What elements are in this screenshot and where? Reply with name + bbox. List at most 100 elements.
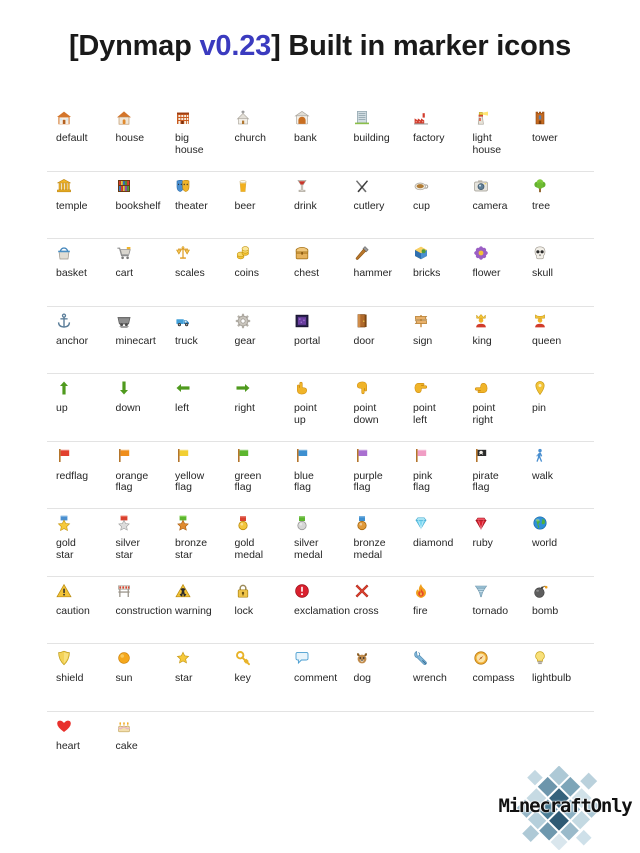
camera-icon	[473, 178, 489, 194]
icon-cell[interactable]: coins	[226, 245, 284, 280]
icon-cell[interactable]: light house	[464, 110, 522, 156]
lighthouse-icon	[473, 110, 489, 126]
icon-cell[interactable]: caution	[47, 583, 105, 618]
icon-cell[interactable]: theater	[166, 178, 224, 213]
icon-cell[interactable]: warning	[166, 583, 224, 618]
gear-icon	[235, 313, 251, 329]
icon-cell[interactable]: pink flag	[404, 448, 462, 494]
icon-cell[interactable]: cart	[107, 245, 165, 280]
icon-label: sign	[413, 334, 433, 347]
icon-cell[interactable]: default	[47, 110, 105, 145]
icon-cell[interactable]: redflag	[47, 448, 105, 483]
point-left-icon	[413, 380, 429, 396]
icon-cell[interactable]: portal	[285, 313, 343, 348]
icon-cell[interactable]: beer	[226, 178, 284, 213]
icon-cell[interactable]: truck	[166, 313, 224, 348]
icon-cell[interactable]: point down	[345, 380, 403, 426]
icon-cell[interactable]: queen	[523, 313, 581, 348]
icon-cell[interactable]: skull	[523, 245, 581, 280]
icon-cell[interactable]: cutlery	[345, 178, 403, 213]
icon-cell[interactable]: cup	[404, 178, 462, 213]
icon-cell[interactable]: silver medal	[285, 515, 343, 561]
icon-cell[interactable]: pin	[523, 380, 581, 415]
icon-label: bomb	[532, 604, 559, 617]
icon-cell[interactable]: chest	[285, 245, 343, 280]
red-flag-icon	[56, 448, 72, 464]
icon-cell[interactable]: ruby	[464, 515, 522, 550]
icon-cell[interactable]: gold star	[47, 515, 105, 561]
icon-cell[interactable]: building	[345, 110, 403, 145]
icon-cell[interactable]: yellow flag	[166, 448, 224, 494]
icon-cell[interactable]: shield	[47, 650, 105, 685]
icon-cell[interactable]: right	[226, 380, 284, 415]
icon-cell[interactable]: temple	[47, 178, 105, 213]
icon-label: tree	[532, 199, 551, 212]
icon-cell[interactable]: down	[107, 380, 165, 415]
icon-cell[interactable]: tower	[523, 110, 581, 145]
icon-cell[interactable]: camera	[464, 178, 522, 213]
icon-cell[interactable]: walk	[523, 448, 581, 483]
icon-cell[interactable]: bookshelf	[107, 178, 165, 213]
icon-cell[interactable]: church	[226, 110, 284, 145]
icon-cell[interactable]: fire	[404, 583, 462, 618]
icon-cell[interactable]: silver star	[107, 515, 165, 561]
icon-cell[interactable]: bronze star	[166, 515, 224, 561]
icon-cell[interactable]: cross	[345, 583, 403, 618]
icon-cell[interactable]: compass	[464, 650, 522, 685]
icon-cell[interactable]: lock	[226, 583, 284, 618]
icon-cell[interactable]: tree	[523, 178, 581, 213]
icon-cell[interactable]: bomb	[523, 583, 581, 618]
icon-cell[interactable]: lightbulb	[523, 650, 581, 685]
icon-cell[interactable]: comment	[285, 650, 343, 685]
icon-row: basket cart scales coins chest hammer bricks fl…	[47, 239, 594, 307]
icon-cell[interactable]: up	[47, 380, 105, 415]
icon-cell[interactable]: purple flag	[345, 448, 403, 494]
icon-cell[interactable]: orange flag	[107, 448, 165, 494]
icon-cell[interactable]: hammer	[345, 245, 403, 280]
icon-cell[interactable]: pirate flag	[464, 448, 522, 494]
icon-cell[interactable]: gear	[226, 313, 284, 348]
icon-cell[interactable]: flower	[464, 245, 522, 280]
icon-cell[interactable]: factory	[404, 110, 462, 145]
icon-cell[interactable]: wrench	[404, 650, 462, 685]
icon-cell[interactable]: house	[107, 110, 165, 145]
icon-cell[interactable]: diamond	[404, 515, 462, 550]
icon-cell[interactable]: star	[166, 650, 224, 685]
icon-cell[interactable]: door	[345, 313, 403, 348]
icon-cell[interactable]: point right	[464, 380, 522, 426]
icon-cell[interactable]: gold medal	[226, 515, 284, 561]
icon-cell[interactable]: blue flag	[285, 448, 343, 494]
icon-cell[interactable]: drink	[285, 178, 343, 213]
point-right-icon	[473, 380, 489, 396]
icon-cell[interactable]: exclamation	[285, 583, 350, 618]
icon-cell[interactable]: key	[226, 650, 284, 685]
icon-cell[interactable]: green flag	[226, 448, 284, 494]
icon-cell[interactable]: bronze medal	[345, 515, 403, 561]
icon-label: flower	[472, 267, 501, 279]
icon-label: bronze medal	[353, 537, 386, 561]
icon-cell[interactable]: bricks	[404, 245, 462, 280]
icon-cell[interactable]: king	[464, 313, 522, 348]
icon-cell[interactable]: bank	[285, 110, 343, 145]
icon-cell[interactable]: point up	[285, 380, 343, 426]
icon-label: gold star	[56, 537, 76, 561]
arrow-down-icon	[116, 380, 132, 396]
icon-cell[interactable]: minecart	[107, 313, 165, 348]
flower-icon	[473, 245, 489, 261]
icon-cell[interactable]: big house	[166, 110, 224, 156]
icon-cell[interactable]: tornado	[464, 583, 522, 618]
icon-label: tornado	[472, 604, 509, 617]
icon-cell[interactable]: anchor	[47, 312, 105, 348]
icon-cell[interactable]: left	[166, 380, 224, 415]
icon-cell[interactable]: heart	[47, 718, 105, 753]
icon-cell[interactable]: basket	[47, 245, 105, 280]
icon-label: anchor	[56, 334, 89, 347]
icon-cell[interactable]: world	[523, 515, 581, 550]
icon-cell[interactable]: sign	[404, 313, 462, 348]
icon-cell[interactable]: cake	[107, 718, 165, 753]
icon-cell[interactable]: scales	[166, 245, 224, 280]
icon-cell[interactable]: construction	[107, 583, 172, 618]
icon-cell[interactable]: sun	[107, 650, 165, 685]
icon-cell[interactable]: dog	[345, 650, 403, 685]
icon-cell[interactable]: point left	[404, 380, 462, 426]
